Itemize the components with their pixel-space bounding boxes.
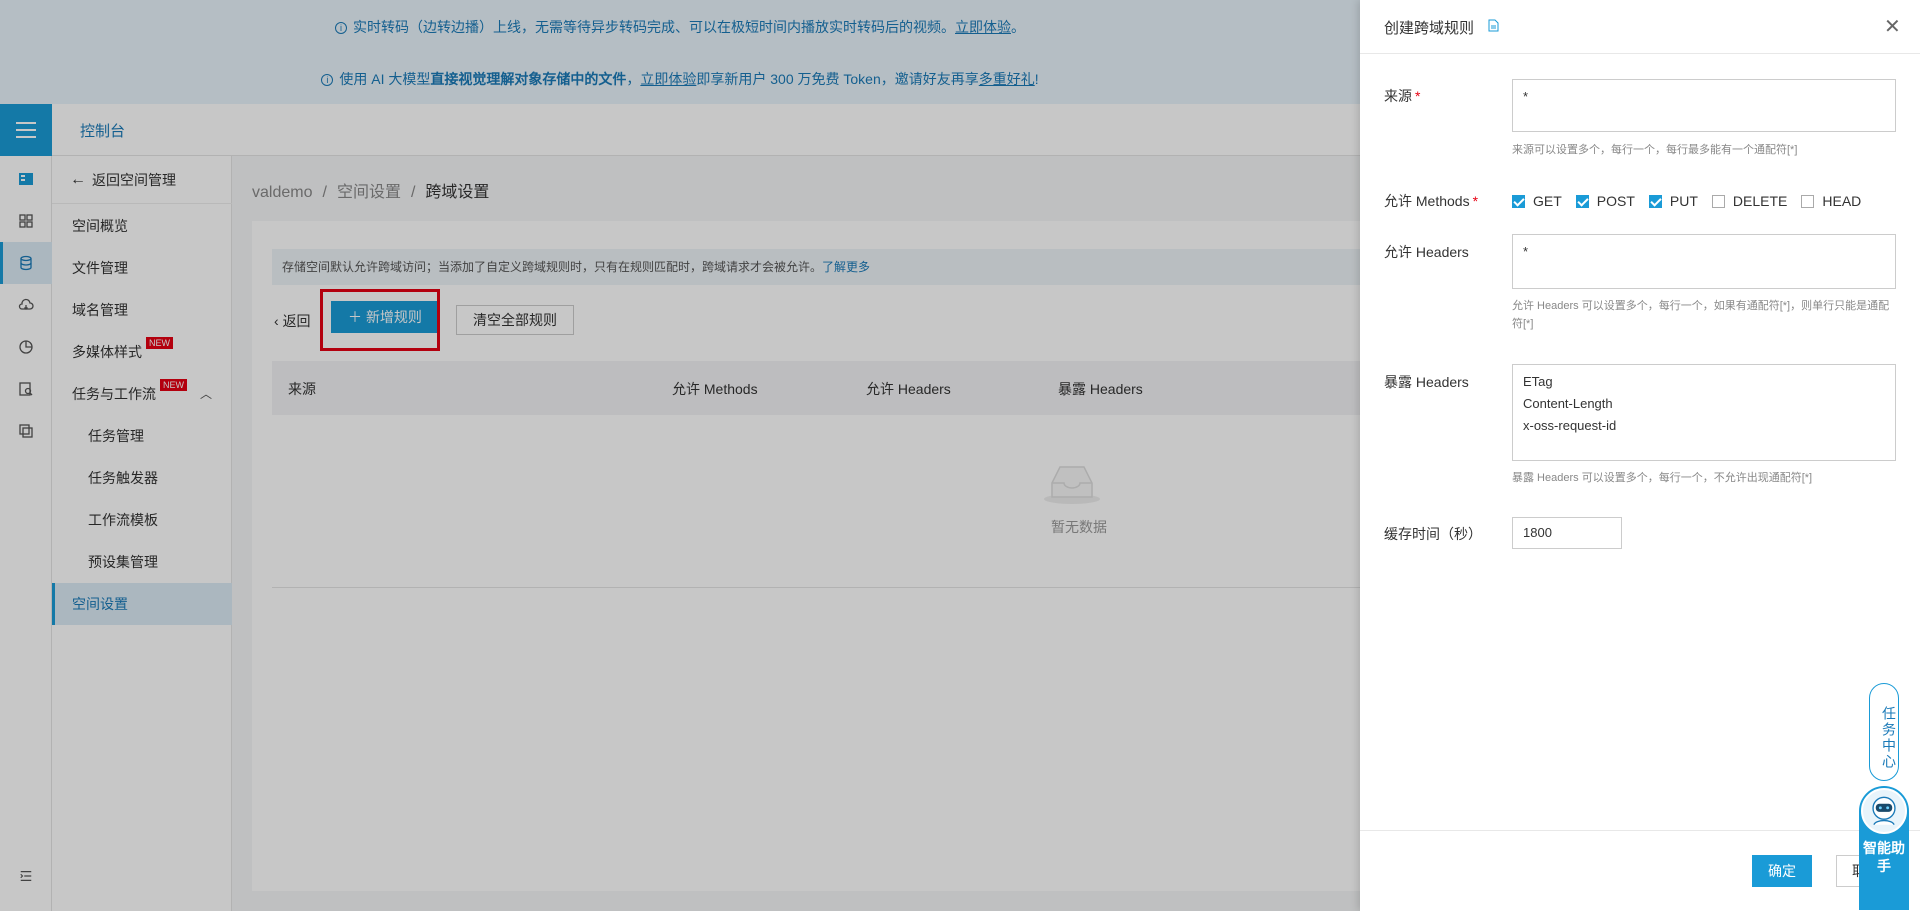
assistant-label: 智能助手 [1863, 840, 1905, 874]
expose-headers-textarea[interactable]: ETag Content-Length x-oss-request-id [1512, 364, 1896, 461]
allow-headers-textarea[interactable]: * [1512, 234, 1896, 289]
method-put-checkbox[interactable]: PUT [1648, 193, 1698, 209]
close-icon[interactable]: ✕ [1884, 17, 1901, 37]
checkbox-checked-icon [1648, 194, 1662, 208]
confirm-button[interactable]: 确定 [1752, 855, 1812, 887]
method-delete-checkbox[interactable]: DELETE [1711, 193, 1787, 209]
allow-headers-help-text: 允许 Headers 可以设置多个，每行一个，如果有通配符[*]，则单行只能是通… [1512, 300, 1890, 330]
expose-headers-help-text: 暴露 Headers 可以设置多个，每行一个，不允许出现通配符[*] [1512, 472, 1813, 484]
method-head-checkbox[interactable]: HEAD [1801, 193, 1861, 209]
assistant-avatar-icon[interactable] [1861, 788, 1907, 834]
method-get-checkbox[interactable]: GET [1512, 193, 1562, 209]
checkbox-checked-icon [1575, 194, 1589, 208]
methods-label: 允许 Methods * [1384, 193, 1479, 209]
cache-time-label: 缓存时间（秒） [1384, 526, 1482, 542]
checkbox-checked-icon [1512, 194, 1525, 208]
cache-time-input[interactable]: 1800 [1512, 517, 1622, 549]
drawer-footer-divider [1360, 830, 1920, 831]
origin-label: 来源 * [1384, 88, 1421, 104]
checkbox-unchecked-icon [1801, 194, 1815, 208]
drawer-title: 创建跨域规则 [1384, 20, 1475, 37]
document-icon[interactable] [1488, 19, 1499, 32]
methods-checkbox-group: GET POST PUT DELETE HEAD [1512, 191, 1875, 211]
origin-textarea[interactable]: * [1512, 79, 1896, 132]
modal-overlay[interactable] [0, 0, 1360, 911]
task-center-button[interactable]: 任务中心 [1869, 683, 1899, 781]
expose-headers-label: 暴露 Headers [1384, 374, 1469, 390]
drawer-header: 创建跨域规则 ✕ [1360, 0, 1920, 54]
method-post-checkbox[interactable]: POST [1575, 193, 1635, 209]
allow-headers-label: 允许 Headers [1384, 244, 1469, 260]
create-cors-rule-drawer: 创建跨域规则 ✕ 来源 * * 来源可以设置多个，每行一个，每行最多能有一个通配符… [1360, 0, 1920, 911]
checkbox-unchecked-icon [1711, 194, 1725, 208]
origin-help-text: 来源可以设置多个，每行一个，每行最多能有一个通配符[*] [1512, 144, 1798, 156]
